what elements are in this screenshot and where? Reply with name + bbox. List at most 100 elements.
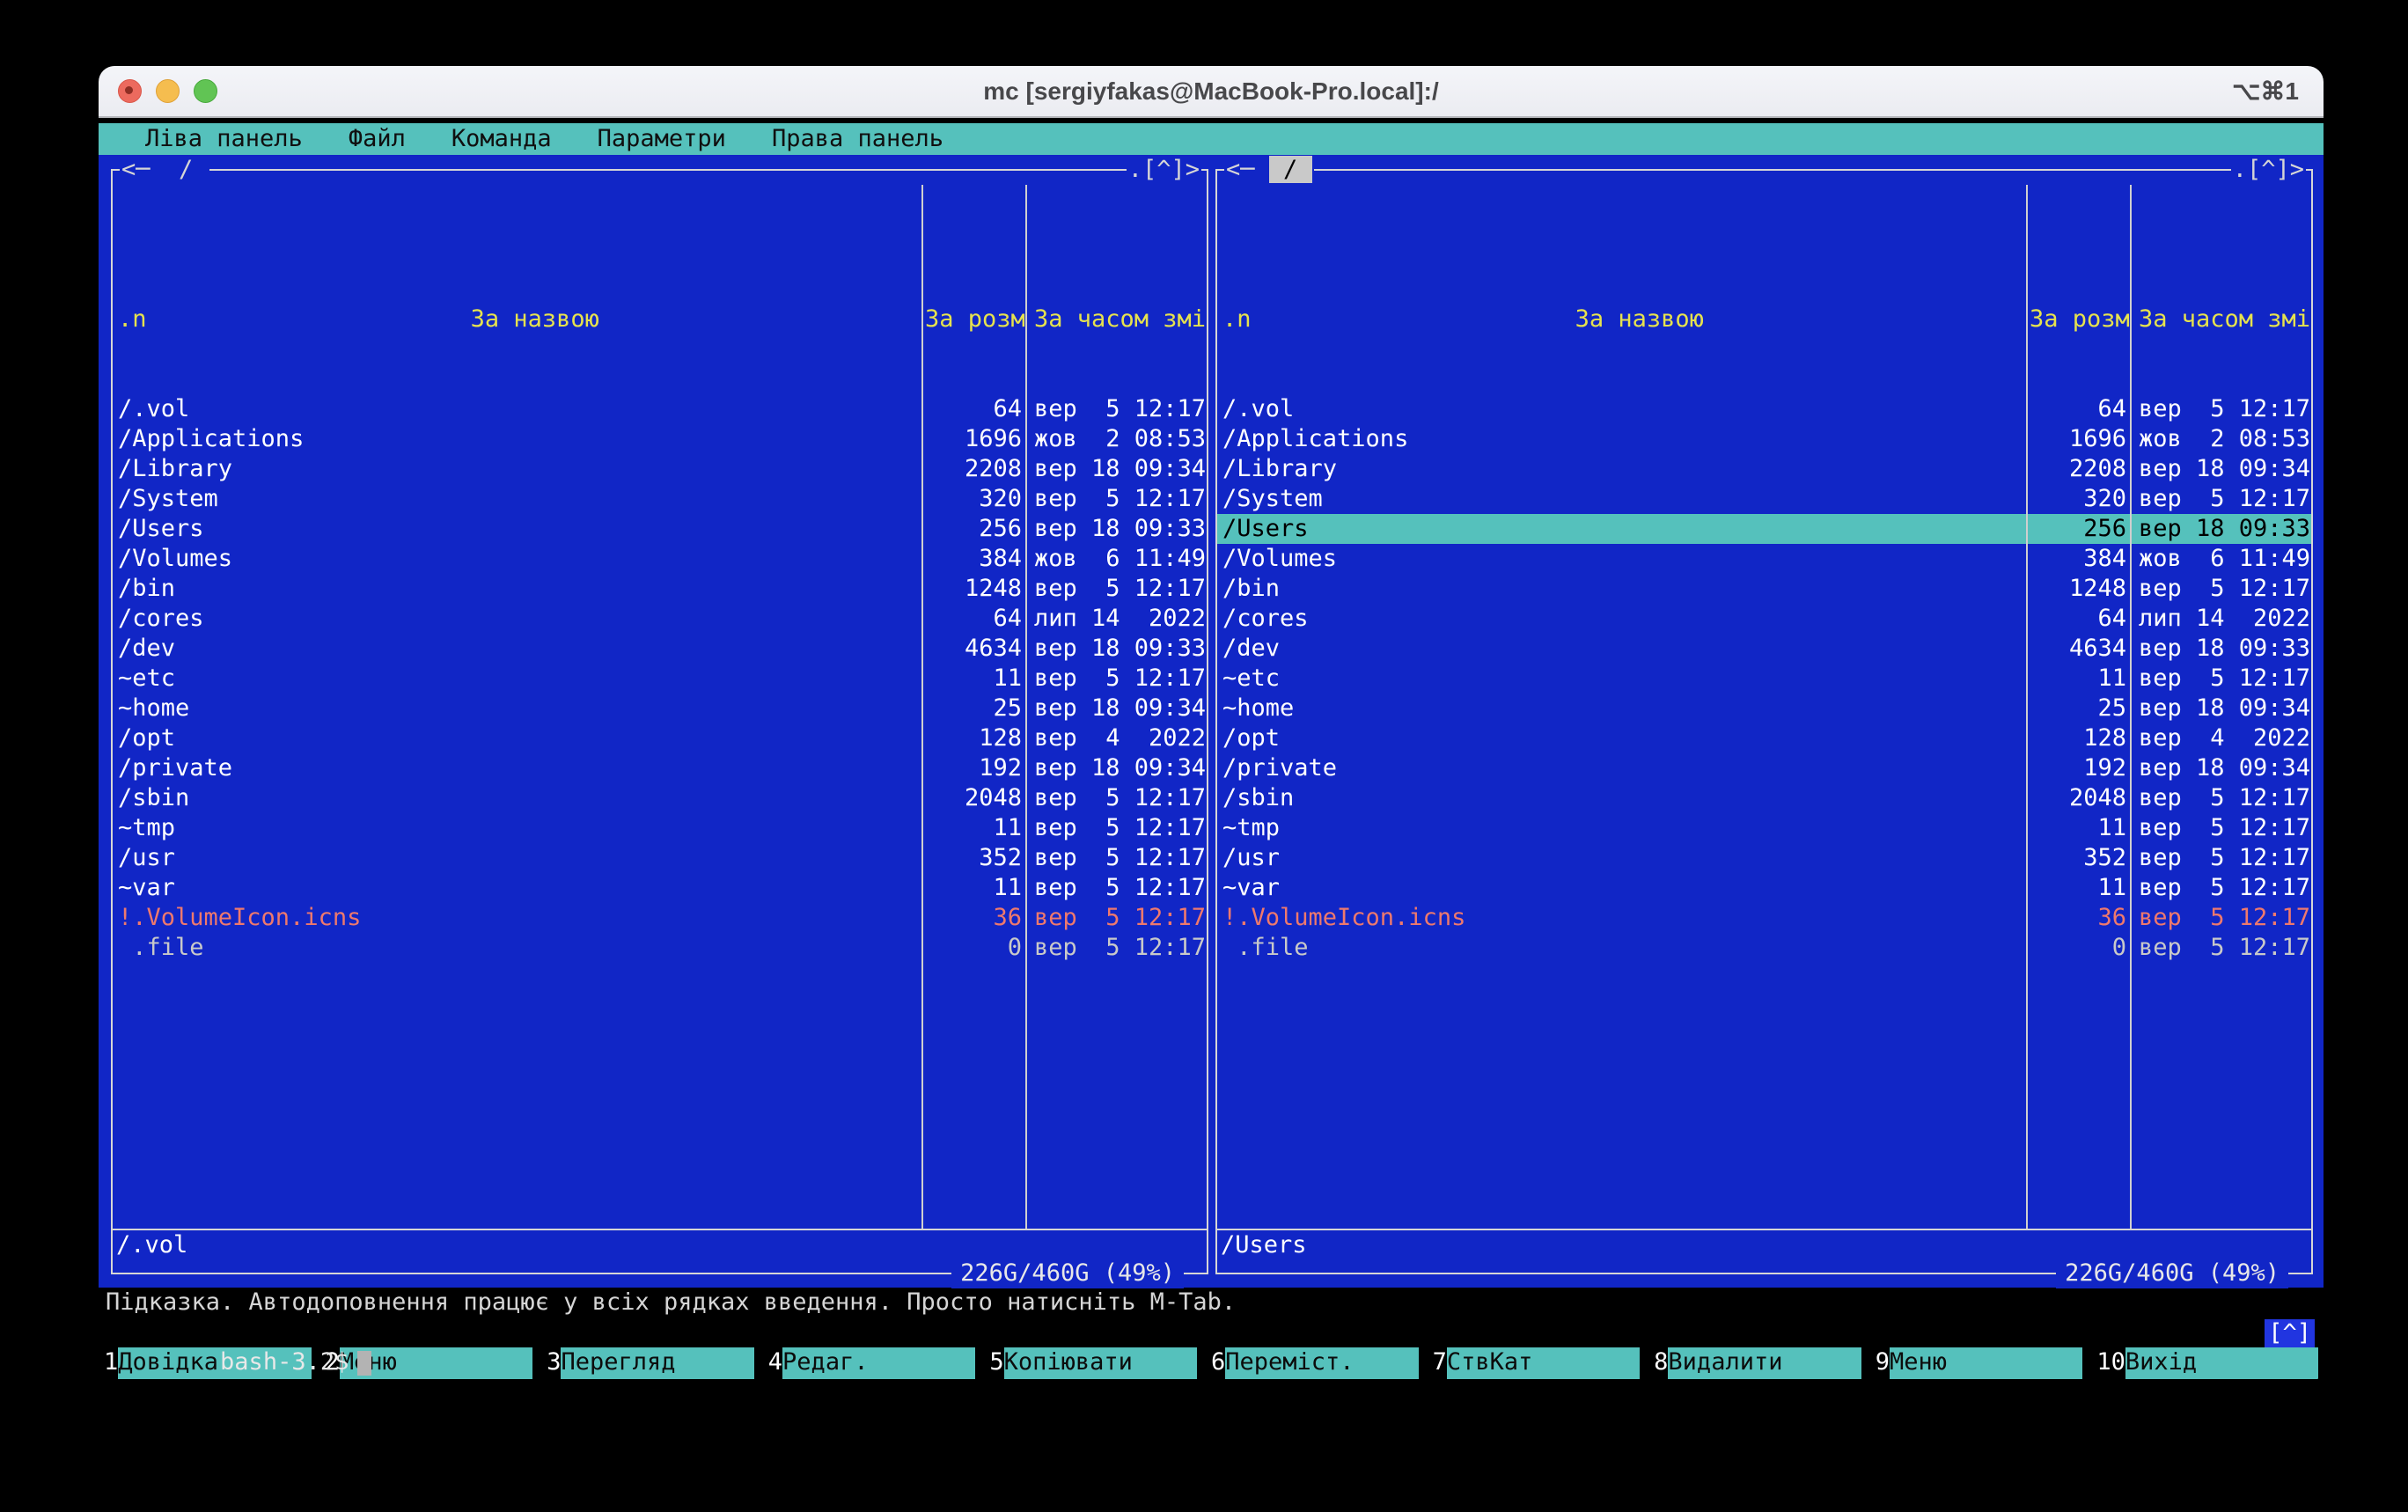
left-panel-disk-usage: 226G/460G (49%) bbox=[951, 1259, 1184, 1288]
column-header-size[interactable]: За розм bbox=[923, 305, 1027, 334]
file-row[interactable]: ~home 25 вер 18 09:34 bbox=[113, 694, 1207, 723]
file-size: 384 bbox=[923, 544, 1027, 574]
sort-marker[interactable]: .n bbox=[118, 305, 147, 334]
file-row[interactable]: ~etc 11 вер 5 12:17 bbox=[1217, 664, 2311, 694]
file-mtime: вер 5 12:17 bbox=[1027, 873, 1207, 903]
fkey-7[interactable]: 7СтвКат bbox=[1433, 1347, 1655, 1379]
menu-item[interactable]: Параметри bbox=[598, 123, 726, 155]
file-name: /.vol bbox=[113, 394, 923, 424]
file-name: /Users bbox=[113, 514, 923, 544]
file-row[interactable]: /cores 64 лип 14 2022 bbox=[1217, 604, 2311, 634]
column-header-size[interactable]: За розм bbox=[2028, 305, 2132, 334]
file-mtime: вер 18 09:33 bbox=[1027, 514, 1207, 544]
file-row[interactable]: /dev 4634 вер 18 09:33 bbox=[113, 634, 1207, 664]
scrollback-marker[interactable]: [^] bbox=[2265, 1319, 2315, 1347]
file-row[interactable]: /System 320 вер 5 12:17 bbox=[113, 484, 1207, 514]
left-panel-bottom: 226G/460G (49%) bbox=[111, 1260, 1208, 1288]
fkey-8[interactable]: 8Видалити bbox=[1654, 1347, 1876, 1379]
file-row[interactable]: /Applications 1696 жов 2 08:53 bbox=[113, 424, 1207, 454]
file-name: /bin bbox=[1217, 574, 2028, 604]
file-row[interactable]: /private 192 вер 18 09:34 bbox=[1217, 753, 2311, 783]
file-row[interactable]: /Users 256 вер 18 09:33 bbox=[1217, 514, 2311, 544]
close-button[interactable] bbox=[118, 79, 142, 103]
zoom-button[interactable] bbox=[194, 79, 217, 103]
file-name: /Volumes bbox=[1217, 544, 2028, 574]
file-row[interactable]: /bin 1248 вер 5 12:17 bbox=[113, 574, 1207, 604]
file-row[interactable]: ~var 11 вер 5 12:17 bbox=[113, 873, 1207, 903]
file-mtime: вер 5 12:17 bbox=[2132, 933, 2311, 963]
left-panel-path[interactable]: <─ / bbox=[120, 155, 209, 185]
file-size: 1696 bbox=[2028, 424, 2132, 454]
file-mtime: вер 4 2022 bbox=[1027, 723, 1207, 753]
file-mtime: вер 5 12:17 bbox=[1027, 664, 1207, 694]
file-row[interactable]: .file 0 вер 5 12:17 bbox=[1217, 933, 2311, 963]
file-row[interactable]: ~home 25 вер 18 09:34 bbox=[1217, 694, 2311, 723]
command-line[interactable]: bash-3.2$ [^] bbox=[99, 1317, 2324, 1347]
file-name: /System bbox=[113, 484, 923, 514]
menu-item[interactable]: Файл bbox=[349, 123, 406, 155]
file-row[interactable]: /Library 2208 вер 18 09:34 bbox=[113, 454, 1207, 484]
file-size: 64 bbox=[2028, 394, 2132, 424]
sort-marker[interactable]: .n bbox=[1222, 305, 1252, 334]
file-size: 64 bbox=[2028, 604, 2132, 634]
file-row[interactable]: /sbin 2048 вер 5 12:17 bbox=[113, 783, 1207, 813]
fkey-label: СтвКат bbox=[1447, 1347, 1640, 1379]
file-row[interactable]: /Users 256 вер 18 09:33 bbox=[113, 514, 1207, 544]
file-row[interactable]: /.vol 64 вер 5 12:17 bbox=[1217, 394, 2311, 424]
fkey-6[interactable]: 6Переміст. bbox=[1211, 1347, 1433, 1379]
right-panel-path[interactable]: <─ / bbox=[1224, 155, 1314, 185]
file-row[interactable]: /opt 128 вер 4 2022 bbox=[113, 723, 1207, 753]
file-row[interactable]: /Volumes 384 жов 6 11:49 bbox=[113, 544, 1207, 574]
file-row[interactable]: ~var 11 вер 5 12:17 bbox=[1217, 873, 2311, 903]
fkey-10[interactable]: 10Вихід bbox=[2096, 1347, 2318, 1379]
file-size: 25 bbox=[923, 694, 1027, 723]
fkey-9[interactable]: 9Меню bbox=[1876, 1347, 2097, 1379]
menu-item[interactable]: Права панель bbox=[772, 123, 943, 155]
file-mtime: жов 6 11:49 bbox=[2132, 544, 2311, 574]
file-row[interactable]: /Volumes 384 жов 6 11:49 bbox=[1217, 544, 2311, 574]
menu-item[interactable]: Команда bbox=[452, 123, 552, 155]
column-header-mtime[interactable]: За часом змі bbox=[1027, 305, 1207, 334]
minimize-button[interactable] bbox=[156, 79, 180, 103]
file-name: /dev bbox=[113, 634, 923, 664]
file-size: 11 bbox=[2028, 813, 2132, 843]
column-header-name[interactable]: За назвою bbox=[147, 305, 923, 334]
file-row[interactable]: .file 0 вер 5 12:17 bbox=[113, 933, 1207, 963]
left-panel-controls[interactable]: .[^]> bbox=[1127, 155, 1201, 185]
file-row[interactable]: ~tmp 11 вер 5 12:17 bbox=[1217, 813, 2311, 843]
file-row[interactable]: /dev 4634 вер 18 09:33 bbox=[1217, 634, 2311, 664]
file-row[interactable]: /usr 352 вер 5 12:17 bbox=[1217, 843, 2311, 873]
file-row[interactable]: ~etc 11 вер 5 12:17 bbox=[113, 664, 1207, 694]
column-header-name[interactable]: За назвою bbox=[1252, 305, 2028, 334]
file-row[interactable]: /.vol 64 вер 5 12:17 bbox=[113, 394, 1207, 424]
file-row[interactable]: ~tmp 11 вер 5 12:17 bbox=[113, 813, 1207, 843]
fkey-4[interactable]: 4Редаг. bbox=[768, 1347, 990, 1379]
file-row[interactable]: !.VolumeIcon.icns 36 вер 5 12:17 bbox=[1217, 903, 2311, 933]
traffic-lights bbox=[99, 79, 327, 103]
file-name: /usr bbox=[113, 843, 923, 873]
titlebar[interactable]: mc [sergiyfakas@MacBook-Pro.local]:/ ⌥⌘1 bbox=[99, 66, 2324, 118]
fkey-3[interactable]: 3Перегляд bbox=[547, 1347, 768, 1379]
menu-item[interactable]: Ліва панель bbox=[145, 123, 303, 155]
column-header-mtime[interactable]: За часом змі bbox=[2132, 305, 2311, 334]
fkey-label: Копіювати bbox=[1004, 1347, 1197, 1379]
file-size: 1696 bbox=[923, 424, 1027, 454]
file-row[interactable]: /opt 128 вер 4 2022 bbox=[1217, 723, 2311, 753]
file-name: ~etc bbox=[1217, 664, 2028, 694]
left-panel: <─ / .[^]> .nЗа назвою За розм За часом … bbox=[111, 155, 1208, 1288]
file-row[interactable]: /System 320 вер 5 12:17 bbox=[1217, 484, 2311, 514]
right-panel-controls[interactable]: .[^]> bbox=[2231, 155, 2306, 185]
file-mtime: вер 5 12:17 bbox=[1027, 574, 1207, 604]
file-size: 256 bbox=[2028, 514, 2132, 544]
file-row[interactable]: !.VolumeIcon.icns 36 вер 5 12:17 bbox=[113, 903, 1207, 933]
desktop: mc [sergiyfakas@MacBook-Pro.local]:/ ⌥⌘1… bbox=[0, 0, 2408, 1512]
file-row[interactable]: /Library 2208 вер 18 09:34 bbox=[1217, 454, 2311, 484]
file-row[interactable]: /cores 64 лип 14 2022 bbox=[113, 604, 1207, 634]
file-row[interactable]: /bin 1248 вер 5 12:17 bbox=[1217, 574, 2311, 604]
file-name: /opt bbox=[113, 723, 923, 753]
file-row[interactable]: /usr 352 вер 5 12:17 bbox=[113, 843, 1207, 873]
file-row[interactable]: /Applications 1696 жов 2 08:53 bbox=[1217, 424, 2311, 454]
file-row[interactable]: /private 192 вер 18 09:34 bbox=[113, 753, 1207, 783]
file-row[interactable]: /sbin 2048 вер 5 12:17 bbox=[1217, 783, 2311, 813]
fkey-5[interactable]: 5Копіювати bbox=[989, 1347, 1211, 1379]
